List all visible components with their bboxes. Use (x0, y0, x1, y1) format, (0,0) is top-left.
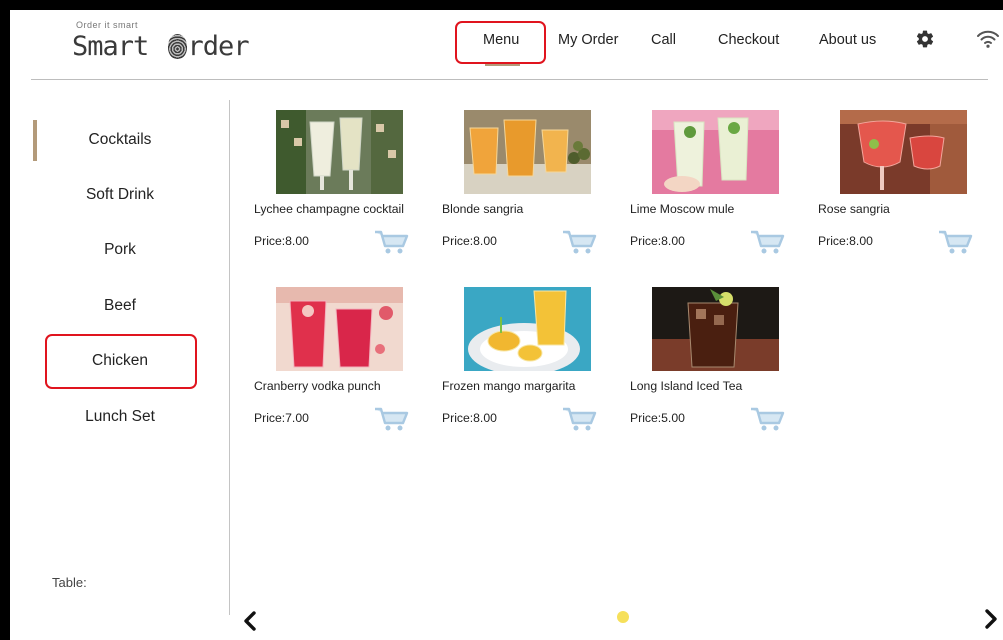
product-card[interactable]: Cranberry vodka punch Price:7.00 (254, 287, 424, 447)
product-price: Price:8.00 (818, 234, 873, 248)
product-image (276, 110, 403, 194)
product-name: Frozen mango margarita (442, 379, 576, 393)
gear-icon[interactable] (915, 29, 935, 49)
chevron-right-icon[interactable] (983, 608, 999, 630)
category-beef[interactable]: Beef (40, 297, 200, 315)
product-card[interactable]: Long Island Iced Tea Price:5.00 (630, 287, 800, 447)
cart-icon[interactable] (374, 228, 410, 256)
cart-icon[interactable] (562, 228, 598, 256)
product-price: Price:8.00 (442, 234, 497, 248)
category-chicken-highlight (45, 334, 197, 389)
category-active-indicator (33, 120, 37, 161)
cart-icon[interactable] (938, 228, 974, 256)
logo-text-prefix: Smart (72, 31, 164, 62)
product-card[interactable]: Blonde sangria Price:8.00 (442, 110, 612, 270)
product-card[interactable]: Rose sangria Price:8.00 (818, 110, 988, 270)
product-image (652, 110, 779, 194)
app-window: Order it smart Smart rder Menu My Order … (10, 10, 1003, 640)
category-pork[interactable]: Pork (40, 241, 200, 259)
chevron-left-icon[interactable] (242, 610, 258, 632)
cart-icon[interactable] (750, 405, 786, 433)
product-name: Blonde sangria (442, 202, 524, 216)
nav-call[interactable]: Call (651, 32, 676, 48)
fingerprint-icon (167, 34, 187, 59)
logo-text-suffix: rder (187, 31, 250, 62)
product-name: Lychee champagne cocktail (254, 202, 404, 216)
table-label: Table: (52, 575, 87, 590)
product-image (464, 287, 591, 371)
product-card[interactable]: Lychee champagne cocktail Price:8.00 (254, 110, 424, 270)
sidebar-divider (229, 100, 230, 615)
product-name: Lime Moscow mule (630, 202, 735, 216)
product-image (276, 287, 403, 371)
cart-icon[interactable] (562, 405, 598, 433)
app-logo: Order it smart Smart rder (72, 20, 252, 70)
product-name: Long Island Iced Tea (630, 379, 743, 393)
category-lunch-set[interactable]: Lunch Set (40, 408, 200, 426)
product-image (652, 287, 779, 371)
cart-icon[interactable] (374, 405, 410, 433)
product-image (464, 110, 591, 194)
category-soft-drink[interactable]: Soft Drink (40, 186, 200, 204)
cart-icon[interactable] (750, 228, 786, 256)
nav-about-us[interactable]: About us (819, 32, 876, 48)
product-price: Price:8.00 (630, 234, 685, 248)
nav-menu-highlight (455, 21, 546, 64)
product-card[interactable]: Lime Moscow mule Price:8.00 (630, 110, 800, 270)
header-divider (31, 79, 988, 80)
product-price: Price:7.00 (254, 411, 309, 425)
logo-tagline: Order it smart (76, 20, 139, 30)
product-price: Price:8.00 (254, 234, 309, 248)
product-image (840, 110, 967, 194)
wifi-icon (977, 30, 999, 48)
product-price: Price:5.00 (630, 411, 685, 425)
product-name: Cranberry vodka punch (254, 379, 381, 393)
product-price: Price:8.00 (442, 411, 497, 425)
logo-wordmark: Smart rder (72, 31, 250, 62)
product-name: Rose sangria (818, 202, 890, 216)
product-card[interactable]: Frozen mango margarita Price:8.00 (442, 287, 612, 447)
page-indicator-dot (617, 611, 629, 623)
nav-checkout[interactable]: Checkout (718, 32, 779, 48)
category-cocktails[interactable]: Cocktails (40, 131, 200, 149)
nav-my-order[interactable]: My Order (558, 32, 618, 48)
